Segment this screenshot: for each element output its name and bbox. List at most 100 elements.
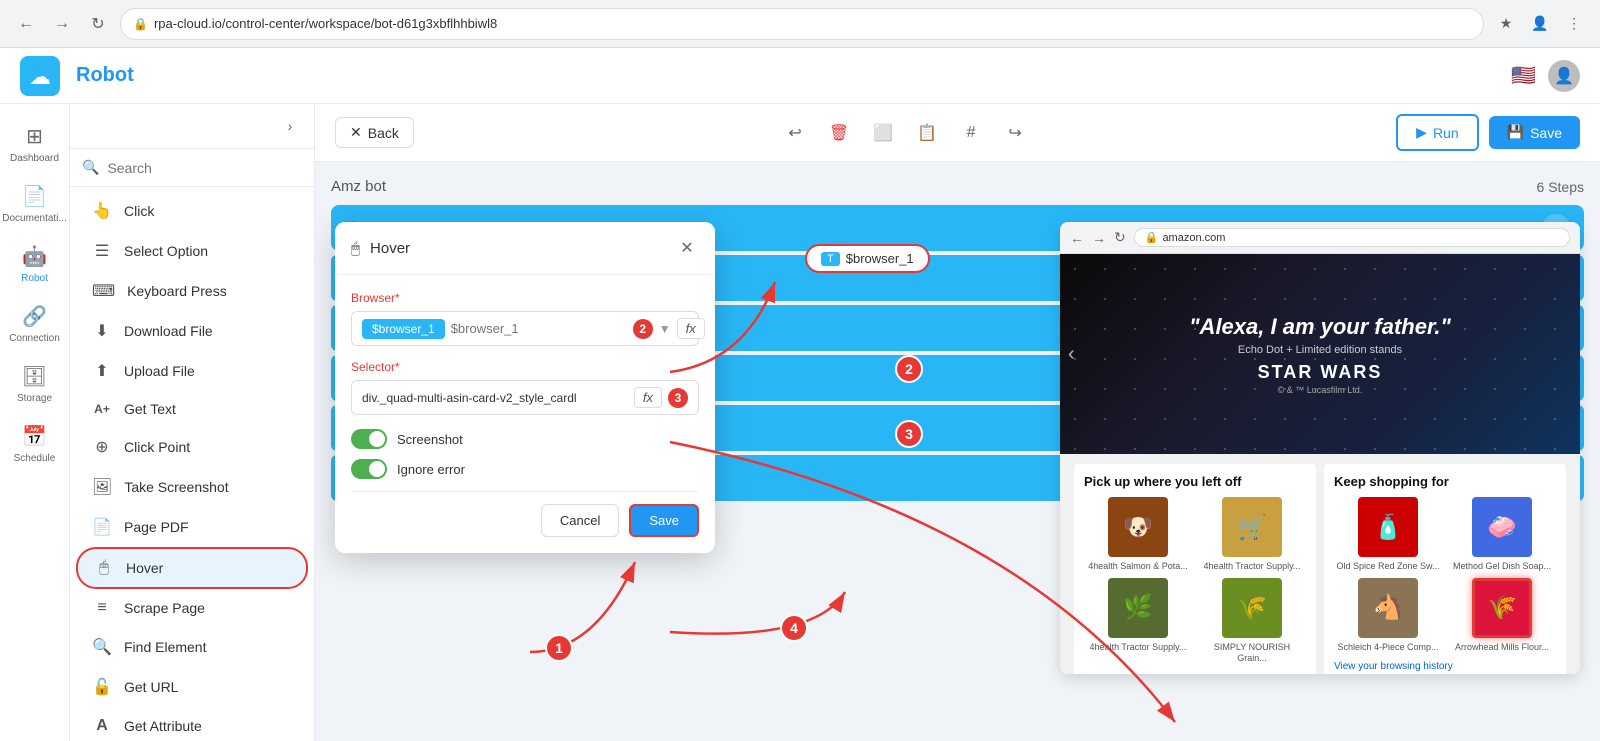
hero-quote: "Alexa, I am your father." (1189, 314, 1451, 340)
tool-keyboard-press[interactable]: ⌨ Keyboard Press (76, 271, 308, 311)
tool-page-pdf-label: Page PDF (124, 519, 189, 535)
callout-2: 2 (895, 355, 923, 383)
hero-prev-btn[interactable]: ‹ (1068, 343, 1075, 366)
sidebar-item-documentation[interactable]: 📄 Documentati... (5, 176, 65, 232)
browser-badge-text: $browser_1 (846, 251, 914, 266)
refresh-btn[interactable]: ↻ (84, 10, 112, 38)
tool-hover[interactable]: 🖱 Hover (76, 547, 308, 589)
ignore-error-toggle-row: Ignore error (351, 459, 699, 479)
find-element-icon: 🔍 (92, 637, 112, 657)
clipboard-btn[interactable]: 📋 (911, 117, 943, 149)
product-2[interactable]: 🛒 4health Tractor Supply... (1198, 497, 1306, 572)
sidebar-item-schedule[interactable]: 📅 Schedule (5, 416, 65, 472)
screenshot-toggle[interactable] (351, 429, 387, 449)
tool-select-option[interactable]: ☰ Select Option (76, 231, 308, 271)
undo-btn[interactable]: ↩ (779, 117, 811, 149)
play-icon: ▶ (1416, 124, 1427, 141)
selector-input-container[interactable]: fx 3 (351, 380, 699, 415)
screenshot-toggle-row: Screenshot (351, 429, 699, 449)
tool-take-screenshot[interactable]: 🖼 Take Screenshot (76, 467, 308, 507)
lock-icon: 🔒 (133, 17, 148, 31)
tool-get-attribute[interactable]: A Get Attribute (76, 707, 308, 741)
menu-btn[interactable]: ⋮ (1560, 10, 1588, 38)
callout-1: 1 (545, 634, 573, 662)
hover-modal-title-text: Hover (370, 240, 410, 257)
keyboard-icon: ⌨ (92, 281, 115, 301)
ignore-error-toggle[interactable] (351, 459, 387, 479)
header-right: 🇺🇸 👤 (1511, 60, 1580, 92)
modal-save-btn[interactable]: Save (629, 504, 699, 537)
tool-upload-file[interactable]: ⬆ Upload File (76, 351, 308, 391)
product-4[interactable]: 🌾 SIMPLY NOURISH Grain... (1198, 578, 1306, 664)
amazon-preview: ← → ↻ 🔒 amazon.com ‹ "Alexa, (1060, 222, 1580, 674)
select-option-icon: ☰ (92, 241, 112, 261)
scrape-icon: ≡ (92, 599, 112, 617)
product-5[interactable]: 🧴 Old Spice Red Zone Sw... (1334, 497, 1442, 572)
toolbar-right: ▶ Run 💾 Save (1396, 114, 1580, 151)
callout-3: 3 (895, 420, 923, 448)
address-bar[interactable]: 🔒 rpa-cloud.io/control-center/workspace/… (120, 8, 1484, 40)
tool-download-file[interactable]: ⬇ Download File (76, 311, 308, 351)
user-avatar[interactable]: 👤 (1548, 60, 1580, 92)
product-6-name: Method Gel Dish Soap... (1448, 561, 1556, 572)
amazon-back-btn[interactable]: ← (1070, 230, 1084, 246)
fx-btn-selector[interactable]: fx (634, 387, 662, 408)
sidebar-item-storage[interactable]: 🗄 Storage (5, 356, 65, 412)
tool-get-url[interactable]: 🔓 Get URL (76, 667, 308, 707)
browser-field-input[interactable] (451, 321, 627, 336)
run-button[interactable]: ▶ Run (1396, 114, 1478, 151)
product-5-name: Old Spice Red Zone Sw... (1334, 561, 1442, 572)
icon-sidebar: ⊞ Dashboard 📄 Documentati... 🤖 Robot 🔗 C… (0, 48, 70, 741)
tool-select-option-label: Select Option (124, 243, 208, 259)
hover-modal-close-btn[interactable]: ✕ (675, 236, 699, 260)
ignore-error-label: Ignore error (397, 462, 465, 477)
sidebar-item-dashboard[interactable]: ⊞ Dashboard (5, 116, 65, 172)
save-button[interactable]: 💾 Save (1489, 116, 1580, 149)
sidebar-label-schedule: Schedule (14, 453, 56, 464)
sidebar-item-connection[interactable]: 🔗 Connection (5, 296, 65, 352)
product-1[interactable]: 🐶 4health Salmon & Pota... (1084, 497, 1192, 572)
main-content: ✕ Back ↩ 🗑 ⬜ 📋 # ↪ ▶ Run 💾 Save (315, 104, 1600, 741)
back-button[interactable]: ✕ Back (335, 117, 414, 148)
selector-input[interactable] (362, 391, 628, 405)
search-input[interactable] (107, 160, 302, 176)
product-5-img: 🧴 (1358, 497, 1418, 557)
tool-scrape-page[interactable]: ≡ Scrape Page (76, 589, 308, 627)
search-icon: 🔍 (82, 159, 99, 176)
product-3[interactable]: 🌿 4health Tractor Supply... (1084, 578, 1192, 664)
view-history-link[interactable]: View your browsing history (1334, 657, 1556, 674)
collapse-panel-btn[interactable]: › (278, 114, 302, 138)
forward-nav-btn[interactable]: → (48, 10, 76, 38)
browser-field-label: Browser* (351, 291, 699, 305)
product-8[interactable]: 🌾 Arrowhead Mills Flour... (1448, 578, 1556, 653)
back-nav-btn[interactable]: ← (12, 10, 40, 38)
layout-btn[interactable]: ⬜ (867, 117, 899, 149)
connection-icon: 🔗 (22, 304, 47, 329)
product-6[interactable]: 🧼 Method Gel Dish Soap... (1448, 497, 1556, 572)
get-text-icon: A+ (92, 402, 112, 416)
amazon-refresh-btn[interactable]: ↻ (1114, 229, 1126, 246)
tool-find-element[interactable]: 🔍 Find Element (76, 627, 308, 667)
tool-get-text-label: Get Text (124, 401, 176, 417)
delete-btn[interactable]: 🗑 (823, 117, 855, 149)
tool-click-point[interactable]: ⊕ Click Point (76, 427, 308, 467)
screenshot-icon: 🖼 (92, 477, 112, 497)
profile-btn[interactable]: 👤 (1526, 10, 1554, 38)
tool-page-pdf[interactable]: 📄 Page PDF (76, 507, 308, 547)
browser-selector[interactable]: $browser_1 2 ▼ fx (351, 311, 699, 346)
hash-btn[interactable]: # (955, 117, 987, 149)
redo-btn[interactable]: ↪ (999, 117, 1031, 149)
bookmark-btn[interactable]: ★ (1492, 10, 1520, 38)
tool-click[interactable]: 👆 Click (76, 191, 308, 231)
sidebar-label-dashboard: Dashboard (10, 153, 59, 164)
amazon-hero: ‹ "Alexa, I am your father." Echo Dot + … (1060, 254, 1580, 454)
tool-get-text[interactable]: A+ Get Text (76, 391, 308, 427)
left-panel-header: › (70, 104, 314, 149)
product-7[interactable]: 🐴 Schleich 4-Piece Comp... (1334, 578, 1442, 653)
sidebar-item-robot[interactable]: 🤖 Robot (5, 236, 65, 292)
click-point-icon: ⊕ (92, 437, 112, 457)
amazon-forward-btn[interactable]: → (1092, 230, 1106, 246)
modal-cancel-btn[interactable]: Cancel (541, 504, 619, 537)
run-label: Run (1433, 125, 1459, 141)
fx-btn-browser[interactable]: fx (677, 318, 705, 339)
